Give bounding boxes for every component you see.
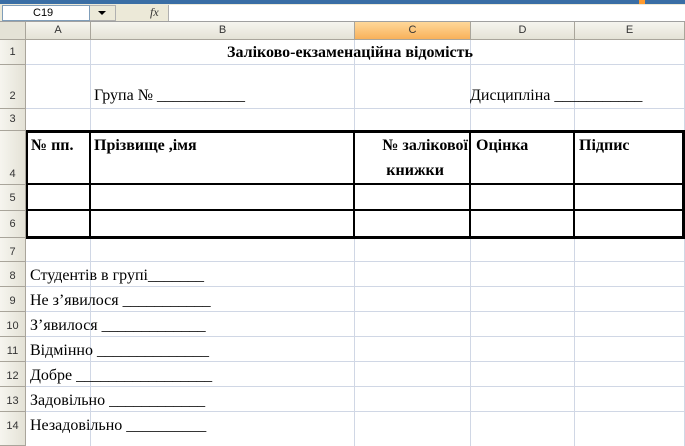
gridline [26,411,685,412]
gridline [26,311,685,312]
header-record-line2[interactable]: книжки [355,162,468,180]
gridline [26,386,685,387]
gridline [26,336,685,337]
table-border [26,209,685,211]
row-header-5[interactable]: 5 [0,185,26,211]
row-header-6[interactable]: 6 [0,211,26,238]
row-header-10[interactable]: 10 [0,312,26,337]
row-header-11[interactable]: 11 [0,337,26,362]
discipline-label[interactable]: Дисципліна ___________ [470,87,642,105]
column-header-e[interactable]: E [575,22,685,40]
formula-input[interactable] [168,5,685,21]
row-header-7[interactable]: 7 [0,238,26,262]
header-num[interactable]: № пп. [31,137,74,155]
row-header-9[interactable]: 9 [0,287,26,312]
column-header-a[interactable]: A [26,22,91,40]
column-header-b[interactable]: B [91,22,355,40]
summary-excellent[interactable]: Відмінно ______________ [30,342,209,360]
header-grade[interactable]: Оцінка [476,137,528,155]
summary-unsatisfactory[interactable]: Незадовільно __________ [30,417,206,435]
name-box-dropdown[interactable] [90,5,116,21]
table-border [469,130,471,239]
row-header-8[interactable]: 8 [0,262,26,287]
summary-students[interactable]: Студентів в групі_______ [30,267,204,285]
summary-good[interactable]: Добре _________________ [30,367,212,385]
gridline [26,64,685,65]
row-header-12[interactable]: 12 [0,362,26,387]
row-header-1[interactable]: 1 [0,40,26,65]
row-header-2[interactable]: 2 [0,65,26,109]
column-header-d[interactable]: D [471,22,575,40]
select-all-corner[interactable] [0,22,26,40]
row-header-3[interactable]: 3 [0,109,26,131]
row-header-14[interactable]: 14 [0,412,26,446]
summary-satisfactory[interactable]: Задовільно ____________ [30,392,205,410]
header-signature[interactable]: Підпис [579,137,630,155]
table-border [89,130,91,239]
table-border [573,130,575,239]
header-record-line1[interactable]: № залікової [355,137,468,155]
gridline [26,286,685,287]
summary-absent[interactable]: Не з’явилося ___________ [30,292,211,310]
table-border [26,183,685,185]
chevron-down-icon [98,11,106,15]
function-icon[interactable]: fx [150,5,168,21]
name-box[interactable]: C19 [2,5,90,21]
summary-present[interactable]: З’явилося _____________ [30,317,206,335]
gridline [26,108,685,109]
table-border-left [26,130,28,239]
row-header-4[interactable]: 4 [0,131,26,185]
formula-bar: C19 fx [0,4,685,22]
row-header-13[interactable]: 13 [0,387,26,412]
group-label[interactable]: Група № ___________ [94,87,245,105]
column-header-c[interactable]: C [355,22,471,40]
table-border-bottom [26,236,685,239]
header-name[interactable]: Прізвище ,імя [94,137,197,155]
sheet-title[interactable]: Заліково-екзаменаційна відомість [150,44,550,62]
table-border-top [26,130,685,133]
gridline [26,361,685,362]
gridline [26,261,685,262]
